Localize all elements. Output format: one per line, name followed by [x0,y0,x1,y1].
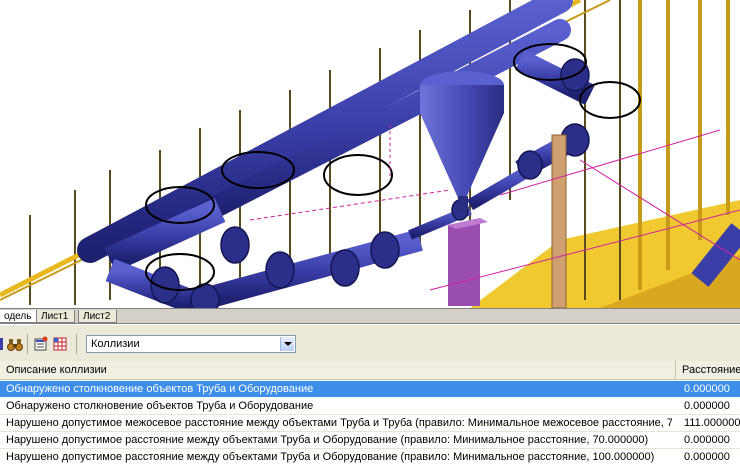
collision-panel: Коллизии Описание коллизии Расстояние Об… [0,324,740,464]
collision-description: Обнаружено столкновение объектов Труба и… [6,383,314,395]
column-header-distance[interactable]: Расстояние [676,361,740,380]
tab-sheet1[interactable]: Лист1 [36,310,76,323]
chevron-down-icon[interactable] [280,337,294,351]
model-viewport[interactable] [0,0,740,308]
properties-icon[interactable] [33,336,49,352]
collision-toolbar: Коллизии [0,325,740,361]
pipe-model-drawing [0,0,740,308]
table-row[interactable]: Нарушено допустимое межосевое расстояние… [0,415,740,431]
collision-description: Нарушено допустимое межосевое расстояние… [6,417,672,429]
collision-distance: 0.000000 [684,383,730,395]
tab-model[interactable]: одель [0,310,39,323]
wooden-post [551,134,567,308]
collision-description: Нарушено допустимое расстояние между объ… [6,434,649,446]
tab-sheet2[interactable]: Лист2 [78,310,118,323]
column-header-description[interactable]: Описание коллизии [0,361,676,380]
toolbar-separator [76,334,77,354]
collision-table: Описание коллизии Расстояние Обнаружено … [0,361,740,464]
toolbar-separator [27,334,28,354]
support-column [448,218,480,306]
collision-distance: 0.000000 [684,434,730,446]
collision-description: Обнаружено столкновение объектов Труба и… [6,400,314,412]
cyclone-vessel [420,113,504,198]
collision-filter-select[interactable]: Коллизии [86,335,296,353]
layout-tab-bar: одель Лист1 Лист2 [0,308,740,324]
toolbar-edge-icon[interactable] [0,336,4,352]
table-row[interactable]: Нарушено допустимое расстояние между объ… [0,432,740,448]
table-row[interactable]: Обнаружено столкновение объектов Труба и… [0,398,740,414]
table-grid-icon[interactable] [52,336,68,352]
collision-distance: 0.000000 [684,400,730,412]
filter-select-value: Коллизии [91,338,140,350]
table-row[interactable]: Обнаружено столкновение объектов Труба и… [0,381,740,397]
binoculars-icon[interactable] [7,336,23,352]
collision-distance: 111.000000 [684,417,740,429]
